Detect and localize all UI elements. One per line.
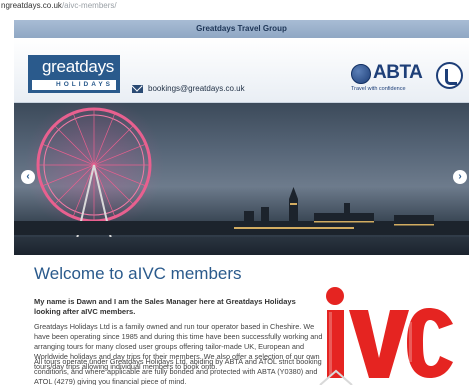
slider-prev-button[interactable]: ‹ xyxy=(21,170,35,184)
river-water xyxy=(14,237,469,255)
page: Greatdays Travel Group greatdays HOLIDAY… xyxy=(14,20,469,385)
abta-logo[interactable]: ABTA Travel with confidence xyxy=(351,62,463,96)
slider-next-button[interactable]: › xyxy=(453,170,467,184)
london-eye-image xyxy=(14,103,469,244)
abta-text: ABTA xyxy=(373,62,423,83)
page-title: Welcome to aIVC members xyxy=(34,264,242,283)
group-bar-title: Greatdays Travel Group xyxy=(196,24,287,33)
abta-seal-icon xyxy=(436,62,463,89)
logo-main-text: greatdays xyxy=(42,57,114,76)
globe-icon xyxy=(351,64,371,84)
site-header: greatdays HOLIDAYS bookings@greatdays.co… xyxy=(14,38,469,103)
group-bar: Greatdays Travel Group xyxy=(14,20,469,38)
booking-conditions-paragraph: All tours operate under Greatdays Holida… xyxy=(34,357,322,385)
envelope-icon xyxy=(132,84,143,93)
address-bar[interactable]: ngreatdays.co.uk/aivc-members/ xyxy=(0,0,469,12)
chevron-right-icon: › xyxy=(458,171,462,182)
email-link[interactable]: bookings@greatdays.co.uk xyxy=(132,83,245,94)
greatdays-logo[interactable]: greatdays HOLIDAYS xyxy=(28,55,120,93)
address-host: ngreatdays.co.uk xyxy=(1,1,62,10)
logo-sub-text: HOLIDAYS xyxy=(32,80,116,90)
intro-text: My name is Dawn and I am the Sales Manag… xyxy=(34,297,296,316)
email-address: bookings@greatdays.co.uk xyxy=(148,84,245,93)
chevron-left-icon: ‹ xyxy=(26,171,30,182)
address-path: /aivc-members/ xyxy=(61,1,117,10)
hero-slider: ‹ › xyxy=(14,103,469,255)
abta-tagline: Travel with confidence xyxy=(351,86,406,92)
scroll-chevron-icon xyxy=(319,369,353,385)
